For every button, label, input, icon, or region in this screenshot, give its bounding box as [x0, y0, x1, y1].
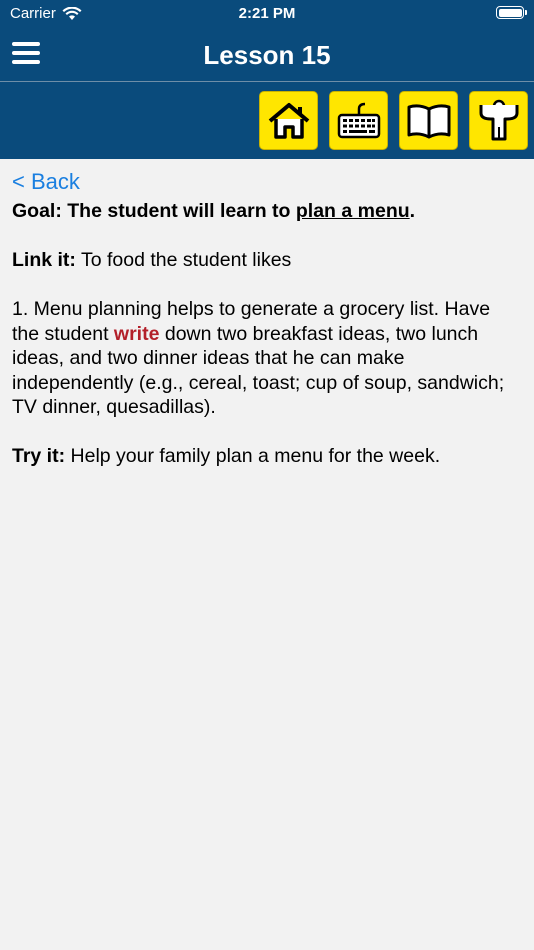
try-text: Help your family plan a menu for the wee…: [70, 445, 441, 467]
book-button[interactable]: [399, 91, 458, 150]
keyboard-button[interactable]: [329, 91, 388, 150]
back-button[interactable]: < Back: [12, 167, 80, 197]
person-icon: [479, 99, 518, 140]
try-paragraph: Try it: Help your family plan a menu for…: [12, 444, 522, 469]
icon-toolbar: [0, 82, 534, 159]
book-icon: [407, 103, 450, 138]
page-title: Lesson 15: [203, 40, 331, 70]
step-1-highlight: write: [113, 322, 160, 345]
goal-link: plan a menu: [295, 200, 410, 222]
link-label: Link it:: [12, 249, 76, 271]
status-time: 2:21 PM: [238, 5, 296, 22]
step-1-paragraph: 1. Menu planning helps to generate a gro…: [12, 297, 522, 420]
goal-paragraph: Goal: The student will learn to plan a m…: [12, 199, 522, 224]
status-bar: Carrier 2:21 PM: [0, 0, 534, 28]
try-label: Try it:: [12, 445, 66, 467]
lesson-content: < Back Goal: The student will learn to p…: [0, 159, 534, 469]
home-icon: [268, 102, 309, 139]
goal-text: The student will learn to: [67, 200, 291, 222]
person-button[interactable]: [469, 91, 528, 150]
link-text: To food the student likes: [81, 249, 292, 271]
link-paragraph: Link it: To food the student likes: [12, 248, 522, 273]
keyboard-icon: [337, 102, 380, 138]
nav-bar: Lesson 15: [0, 28, 534, 82]
goal-end: .: [409, 200, 416, 222]
goal-label: Goal:: [12, 200, 62, 222]
battery-icon: [496, 6, 527, 19]
home-button[interactable]: [259, 91, 318, 150]
